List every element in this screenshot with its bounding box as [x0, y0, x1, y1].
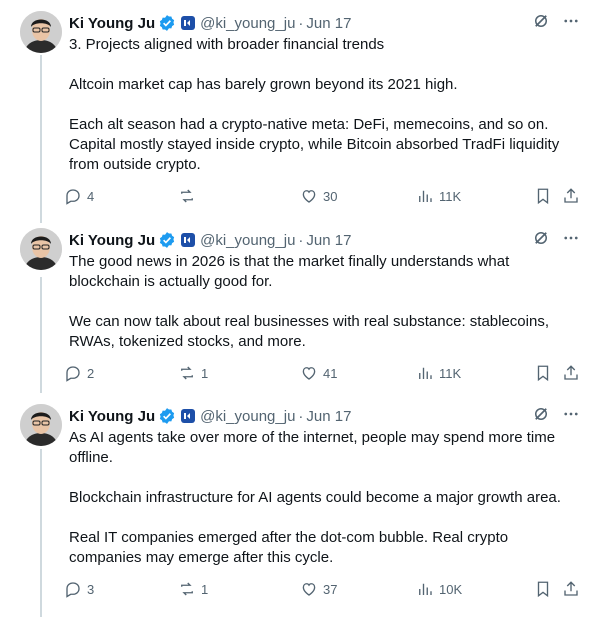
- grok-icon[interactable]: [532, 229, 550, 247]
- reply-count: 4: [87, 188, 95, 204]
- bookmark-button[interactable]: [534, 578, 552, 600]
- repost-button[interactable]: [178, 185, 201, 207]
- share-icon: [564, 581, 578, 596]
- affiliate-badge-icon[interactable]: [181, 409, 196, 423]
- views-count: 10K: [439, 581, 463, 597]
- like-count: 37: [323, 581, 338, 597]
- bookmark-button[interactable]: [534, 362, 552, 384]
- display-name[interactable]: Ki Young Ju: [69, 232, 155, 249]
- share-icon: [564, 188, 578, 203]
- like-button[interactable]: 30: [300, 185, 337, 207]
- bookmark-icon: [537, 581, 549, 598]
- tweet-actions: 4 30 11K: [64, 185, 582, 207]
- share-button[interactable]: [562, 362, 580, 384]
- views-button[interactable]: 11K: [416, 362, 461, 384]
- reply-count: 2: [87, 365, 95, 381]
- like-count: 41: [323, 365, 338, 381]
- reply-count: 3: [87, 581, 95, 597]
- tweet-paragraph: The good news in 2026 is that the market…: [69, 253, 510, 290]
- bookmark-icon: [537, 365, 549, 382]
- tweet-paragraph: Altcoin market cap has barely grown beyo…: [69, 76, 458, 93]
- tweet-text: As AI agents take over more of the inter…: [69, 428, 580, 568]
- repost-count: 1: [201, 365, 209, 381]
- avatar[interactable]: [20, 404, 62, 446]
- tweet-header: Ki Young Ju @ki_young_ju · Jun 17: [69, 229, 580, 251]
- affiliate-badge-icon[interactable]: [181, 16, 196, 30]
- heart-icon: [302, 367, 316, 380]
- bookmark-icon: [537, 188, 549, 205]
- grok-icon[interactable]: [532, 12, 550, 30]
- tweet-paragraph: 3. Projects aligned with broader financi…: [69, 36, 385, 53]
- tweet-header: Ki Young Ju @ki_young_ju · Jun 17: [69, 405, 580, 427]
- like-button[interactable]: 41: [300, 362, 337, 384]
- display-name[interactable]: Ki Young Ju: [69, 408, 155, 425]
- share-icon: [564, 365, 578, 380]
- reply-button[interactable]: 2: [64, 362, 94, 384]
- views-icon: [419, 190, 432, 202]
- views-icon: [419, 583, 432, 595]
- like-button[interactable]: 37: [300, 578, 337, 600]
- views-icon: [419, 367, 432, 379]
- views-button[interactable]: 11K: [416, 185, 461, 207]
- repost-button[interactable]: 1: [178, 578, 208, 600]
- reply-icon: [66, 189, 80, 205]
- separator: ·: [298, 231, 304, 249]
- tweet-text: 3. Projects aligned with broader financi…: [69, 35, 580, 175]
- share-button[interactable]: [562, 578, 580, 600]
- verified-badge-icon: [160, 232, 175, 248]
- views-count: 11K: [439, 365, 462, 381]
- share-button[interactable]: [562, 185, 580, 207]
- more-options-icon[interactable]: [562, 405, 580, 423]
- separator: ·: [298, 14, 304, 32]
- views-count: 11K: [439, 188, 462, 204]
- verified-badge-icon: [160, 15, 175, 31]
- separator: ·: [298, 407, 304, 425]
- avatar[interactable]: [20, 11, 62, 53]
- reply-button[interactable]: 4: [64, 185, 94, 207]
- tweet[interactable]: Ki Young Ju @ki_young_ju · Jun 17 As AI …: [0, 404, 600, 604]
- reply-button[interactable]: 3: [64, 578, 94, 600]
- handle[interactable]: @ki_young_ju: [200, 15, 295, 32]
- tweet-paragraph: Real IT companies emerged after the dot-…: [69, 529, 509, 566]
- avatar[interactable]: [20, 228, 62, 270]
- repost-icon: [181, 582, 193, 596]
- more-options-icon[interactable]: [562, 229, 580, 247]
- bookmark-button[interactable]: [534, 185, 552, 207]
- heart-icon: [302, 190, 316, 203]
- tweet-actions: 2 1 41 11K: [64, 362, 582, 384]
- tweet-paragraph: Blockchain infrastructure for AI agents …: [69, 489, 561, 506]
- heart-icon: [302, 583, 316, 596]
- tweet-actions: 3 1 37 10K: [64, 578, 582, 600]
- display-name[interactable]: Ki Young Ju: [69, 15, 155, 32]
- verified-badge-icon: [160, 408, 175, 424]
- tweet-header: Ki Young Ju @ki_young_ju · Jun 17: [69, 12, 580, 34]
- handle[interactable]: @ki_young_ju: [200, 232, 295, 249]
- repost-icon: [181, 189, 193, 203]
- timestamp[interactable]: Jun 17: [306, 408, 351, 425]
- reply-icon: [66, 582, 80, 598]
- grok-icon[interactable]: [532, 405, 550, 423]
- handle[interactable]: @ki_young_ju: [200, 408, 295, 425]
- tweet[interactable]: Ki Young Ju @ki_young_ju · Jun 17 The go…: [0, 228, 600, 388]
- timestamp[interactable]: Jun 17: [306, 15, 351, 32]
- views-button[interactable]: 10K: [416, 578, 462, 600]
- tweet-text: The good news in 2026 is that the market…: [69, 252, 580, 352]
- reply-icon: [66, 366, 80, 382]
- tweet-paragraph: As AI agents take over more of the inter…: [69, 429, 556, 466]
- tweet[interactable]: Ki Young Ju @ki_young_ju · Jun 17 3. Pro…: [0, 11, 600, 211]
- like-count: 30: [323, 188, 338, 204]
- repost-count: 1: [201, 581, 209, 597]
- tweet-paragraph: Each alt season had a crypto-native meta…: [69, 116, 560, 173]
- timestamp[interactable]: Jun 17: [306, 232, 351, 249]
- repost-icon: [181, 366, 193, 380]
- affiliate-badge-icon[interactable]: [181, 233, 196, 247]
- repost-button[interactable]: 1: [178, 362, 208, 384]
- tweet-paragraph: We can now talk about real businesses wi…: [69, 313, 549, 350]
- more-options-icon[interactable]: [562, 12, 580, 30]
